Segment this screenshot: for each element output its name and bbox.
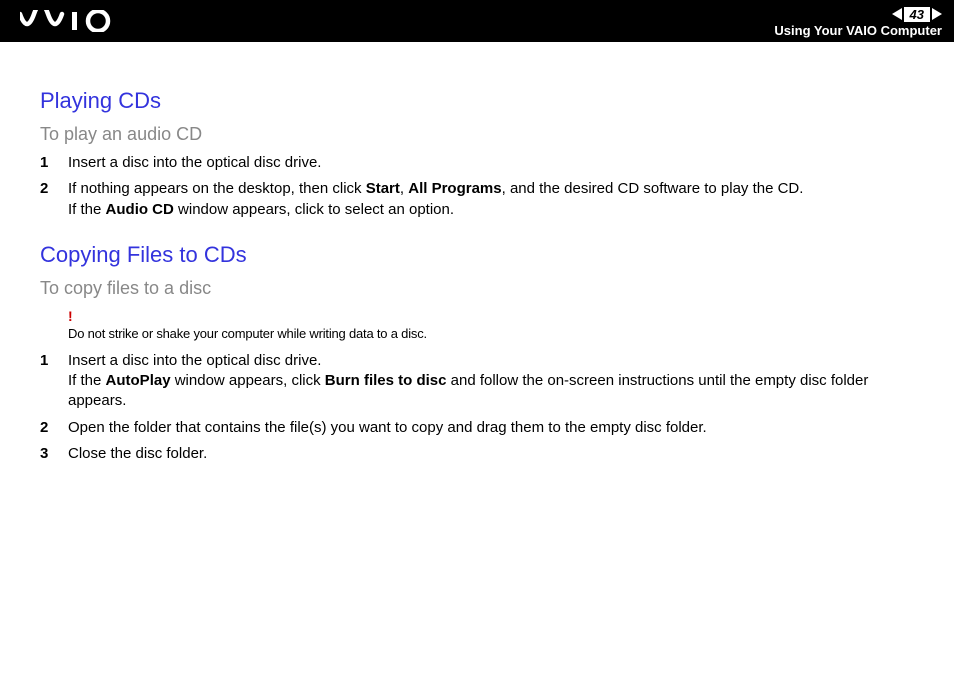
step-line: If nothing appears on the desktop, then … [68,179,924,199]
vaio-logo [20,0,120,42]
next-page-arrow[interactable] [932,8,942,20]
text-run: , [400,180,408,197]
text-run: Insert a disc into the optical disc driv… [68,352,321,369]
step-line: Insert a disc into the optical disc driv… [68,351,924,371]
text-run: Close the disc folder. [68,445,207,462]
bold-text: All Programs [408,180,501,197]
step-line: If the Audio CD window appears, click to… [68,200,924,220]
page-content: Playing CDs To play an audio CD Insert a… [0,42,954,506]
text-run: Open the folder that contains the file(s… [68,419,707,436]
bold-text: Burn files to disc [325,372,447,389]
subtitle-play-audio-cd: To play an audio CD [40,124,924,145]
step-line: If the AutoPlay window appears, click Bu… [68,371,924,412]
text-run: If the [68,201,106,218]
step-line: Open the folder that contains the file(s… [68,418,924,438]
vaio-logo-svg [20,10,120,32]
text-run: window appears, click [171,372,325,389]
subtitle-copy-files: To copy files to a disc [40,278,924,299]
caution-icon: ! [68,307,924,325]
header-right: 43 Using Your VAIO Computer [774,5,942,38]
step-item: If nothing appears on the desktop, then … [40,179,924,220]
prev-page-arrow[interactable] [892,8,902,20]
bold-text: Start [366,180,400,197]
steps-copying-files: Insert a disc into the optical disc driv… [40,351,924,464]
text-run: window appears, click to select an optio… [174,201,454,218]
caution-note: ! Do not strike or shake your computer w… [68,307,924,343]
page-nav: 43 [892,7,942,22]
text-run: Insert a disc into the optical disc driv… [68,154,321,171]
section-title-playing-cds: Playing CDs [40,88,924,114]
steps-playing-cds: Insert a disc into the optical disc driv… [40,153,924,220]
bold-text: Audio CD [106,201,174,218]
text-run: If the [68,372,106,389]
caution-text: Do not strike or shake your computer whi… [68,326,427,341]
step-item: Close the disc folder. [40,444,924,464]
text-run: If nothing appears on the desktop, then … [68,180,366,197]
bold-text: AutoPlay [106,372,171,389]
header-bar: 43 Using Your VAIO Computer [0,0,954,42]
step-item: Insert a disc into the optical disc driv… [40,351,924,412]
step-item: Insert a disc into the optical disc driv… [40,153,924,173]
page-number: 43 [904,7,930,22]
text-run: , and the desired CD software to play th… [502,180,804,197]
step-line: Close the disc folder. [68,444,924,464]
step-line: Insert a disc into the optical disc driv… [68,153,924,173]
step-item: Open the folder that contains the file(s… [40,418,924,438]
section-title-copying-files: Copying Files to CDs [40,242,924,268]
header-section-label: Using Your VAIO Computer [774,23,942,38]
